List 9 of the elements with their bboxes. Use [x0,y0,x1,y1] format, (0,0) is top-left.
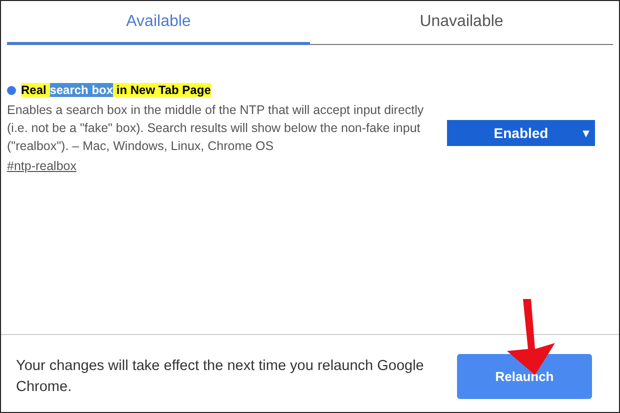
state-dropdown[interactable]: Enabled ▾ [447,120,595,146]
tab[interactable]: Available [7,1,310,45]
flag-description: Enables a search box in the middle of the NTP that will accept input directly (i.e. not be a "fake" box). Search results will show below the non-fake input ("realbox"). – Mac, Windows, Linux, Chrome OS [7,102,425,155]
tab[interactable]: Unavailable [310,1,613,45]
bullet-icon [7,86,16,94]
relaunch-button[interactable]: Relaunch [457,354,592,399]
flag-link[interactable]: #ntp-realbox [7,157,76,176]
relaunch-message: Your changes will take effect the next time you relaunch Google Chrome. [16,356,425,396]
flag-title: Real search box in New Tab Page [21,82,211,99]
